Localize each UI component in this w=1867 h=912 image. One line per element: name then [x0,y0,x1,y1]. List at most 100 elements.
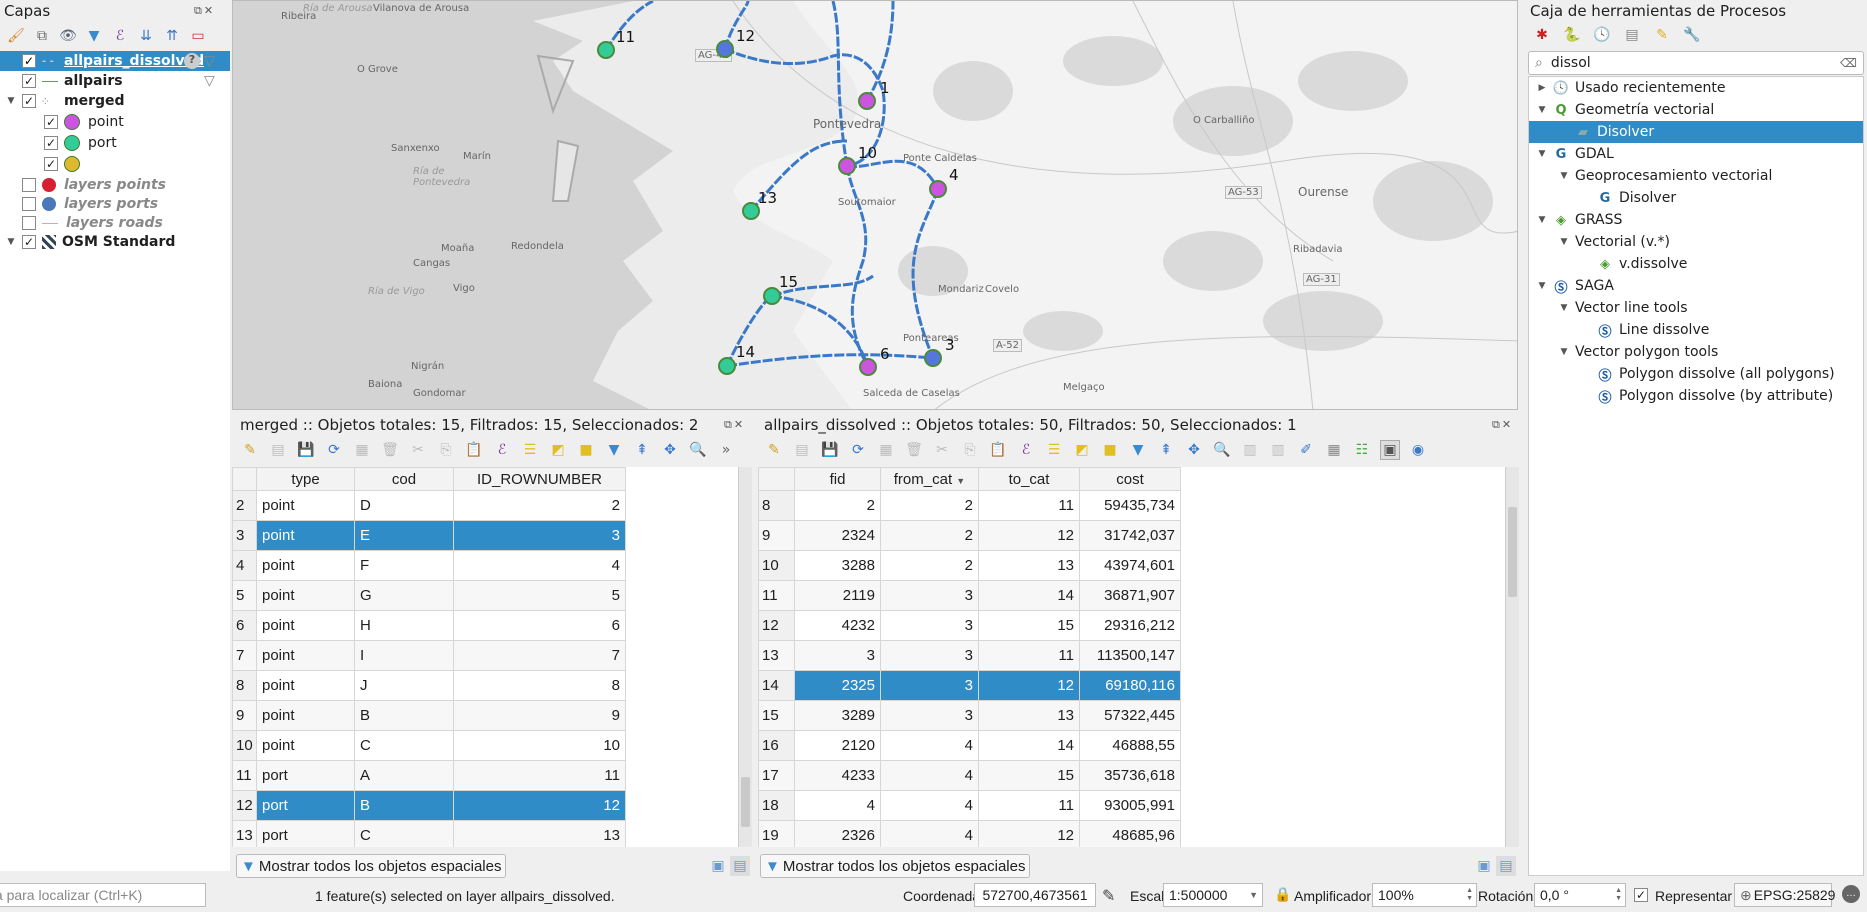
cell-cost[interactable]: 69180,116 [1079,670,1181,701]
row-number[interactable]: 3 [232,520,257,551]
cell-cost[interactable]: 46888,55 [1079,730,1181,761]
cell-cost[interactable]: 113500,147 [1079,640,1181,671]
cell-from-cat[interactable]: 3 [880,670,979,701]
edit-features-in-place-icon[interactable]: ✎ [1652,25,1672,45]
copy-icon[interactable]: ⎘ [960,440,980,460]
reload-icon[interactable]: ⟳ [324,440,344,460]
cell-cost[interactable]: 59435,734 [1079,490,1181,521]
table-row[interactable]: 8 2 2 11 59435,734 [758,490,1181,521]
zoom-to-selected-icon[interactable]: 🔍 [688,440,708,460]
cell-from-cat[interactable]: 4 [880,730,979,761]
table-row[interactable]: 11 port A 11 [232,760,626,791]
layer-allpairs[interactable]: ✓ allpairs ▽ [0,71,215,91]
table-row[interactable]: 18 4 4 11 93005,991 [758,790,1181,821]
show-features-filter-button[interactable]: ▼ Mostrar todos los objetos espaciales [236,854,507,878]
table-row[interactable]: 19 2326 4 12 48685,96 [758,820,1181,847]
processing-tree-item[interactable]: ◈ v.dissolve [1529,253,1863,275]
cell-type[interactable]: point [256,700,355,731]
column-header[interactable]: cod [354,467,454,491]
table-row[interactable]: 10 3288 2 13 43974,601 [758,550,1181,581]
cell-to-cat[interactable]: 12 [978,670,1080,701]
cell-type[interactable]: point [256,730,355,761]
delete-field-icon[interactable]: ▥ [1268,440,1288,460]
table-row[interactable]: 15 3289 3 13 57322,445 [758,700,1181,731]
row-number[interactable]: 17 [758,760,795,791]
processing-tree-item[interactable]: ▼ ◈ GRASS [1529,209,1863,231]
cell-type[interactable]: point [256,640,355,671]
models-icon[interactable]: ✱ [1532,25,1552,45]
layer-visibility-checkbox[interactable]: ✓ [22,94,36,108]
map-marker[interactable] [929,180,947,198]
expand-arrow-down-icon[interactable]: ▼ [1535,215,1549,225]
cell-to-cat[interactable]: 13 [978,550,1080,581]
layer-osm-standard[interactable]: ▼ ✓ OSM Standard [0,232,176,252]
cell-fid[interactable]: 4232 [794,610,881,641]
cell-cod[interactable]: D [354,490,454,521]
cell-cost[interactable]: 29316,212 [1079,610,1181,641]
table-row[interactable]: 11 2119 3 14 36871,907 [758,580,1181,611]
cell-to-cat[interactable]: 11 [978,490,1080,521]
attribute-table-grid[interactable]: fid from_cat ▼ to_cat cost 8 2 2 11 59435,73… [758,467,1505,847]
vertical-scrollbar[interactable] [738,467,752,847]
cell-cod[interactable]: H [354,610,454,641]
layer-visibility-checkbox[interactable]: ✓ [22,54,36,68]
processing-search-input[interactable]: ⌕ dissol ⌫ [1528,51,1864,75]
table-row[interactable]: 6 point H 6 [232,610,626,641]
attribute-table-grid[interactable]: type cod ID_ROWNUMBER 2 point D 2 3 point E 3 4 p… [232,467,740,847]
row-number[interactable]: 7 [232,640,257,671]
add-feature-icon[interactable]: ▦ [352,440,372,460]
python-scripts-icon[interactable]: 🐍 [1562,25,1582,45]
paste-icon[interactable]: 📋 [988,440,1008,460]
expand-arrow-down-icon[interactable]: ▼ [1535,281,1549,291]
cell-id-rownumber[interactable]: 11 [453,760,626,791]
processing-tree-item[interactable]: ▼ G GDAL [1529,143,1863,165]
expand-arrow-down-icon[interactable]: ▼ [1535,105,1549,115]
collapse-all-icon[interactable]: ⇈ [162,26,182,46]
row-number[interactable]: 8 [232,670,257,701]
table-row[interactable]: 9 point B 9 [232,700,626,731]
cell-to-cat[interactable]: 11 [978,790,1080,821]
cell-cod[interactable]: B [354,700,454,731]
table-view-icon[interactable]: ▤ [1496,856,1516,876]
cell-fid[interactable]: 2324 [794,520,881,551]
save-icon[interactable]: 💾 [820,440,840,460]
options-icon[interactable]: 🔧 [1682,25,1702,45]
cell-from-cat[interactable]: 3 [880,700,979,731]
pan-to-selected-icon[interactable]: ✥ [1184,440,1204,460]
row-number[interactable]: 15 [758,700,795,731]
column-header[interactable]: type [256,467,355,491]
cell-fid[interactable]: 3288 [794,550,881,581]
cell-cod[interactable]: I [354,640,454,671]
table-row[interactable]: 13 3 3 11 113500,147 [758,640,1181,671]
visibility-icon[interactable]: 👁 [58,26,78,46]
cell-id-rownumber[interactable]: 3 [453,520,626,551]
map-marker[interactable] [858,92,876,110]
cut-icon[interactable]: ✂ [932,440,952,460]
cell-cost[interactable]: 36871,907 [1079,580,1181,611]
cell-to-cat[interactable]: 13 [978,700,1080,731]
processing-tree-item[interactable]: ▼ Ⓢ SAGA [1529,275,1863,297]
deselect-icon[interactable]: ■ [576,440,596,460]
cell-to-cat[interactable]: 11 [978,640,1080,671]
table-row[interactable]: 5 point G 5 [232,580,626,611]
cell-cod[interactable]: E [354,520,454,551]
layer-layers-points[interactable]: layers points [0,175,166,195]
copy-icon[interactable]: ⎘ [436,440,456,460]
table-row[interactable]: 8 point J 8 [232,670,626,701]
expand-arrow-down-icon[interactable]: ▼ [1557,303,1571,313]
row-number[interactable]: 12 [232,790,257,821]
select-by-expression-icon[interactable]: ℰ [1016,440,1036,460]
column-header[interactable]: to_cat [978,467,1080,491]
remove-layer-icon[interactable]: ▭ [188,26,208,46]
cell-from-cat[interactable]: 4 [880,790,979,821]
processing-tree-item[interactable]: Ⓢ Polygon dissolve (by attribute) [1529,385,1863,407]
category-port[interactable]: ✓ port [0,133,117,153]
dock-table-icon[interactable]: ▣ [1380,440,1400,460]
add-feature-icon[interactable]: ▦ [876,440,896,460]
cell-type[interactable]: point [256,610,355,641]
scale-combobox[interactable]: 1:500000 ▼ [1163,883,1263,907]
column-header[interactable]: ID_ROWNUMBER [453,467,626,491]
add-group-icon[interactable]: ⧉ [32,26,52,46]
edit-pencil-icon[interactable]: ✎ [764,440,784,460]
row-number[interactable]: 13 [232,820,257,847]
